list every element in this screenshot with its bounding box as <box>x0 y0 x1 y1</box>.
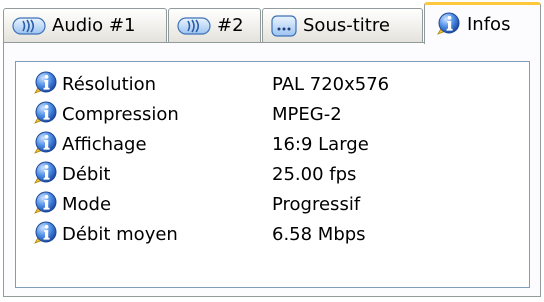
tab-label: #2 <box>217 15 244 36</box>
info-value: Progressif <box>272 193 361 215</box>
audio-wave-icon <box>177 16 211 36</box>
info-icon <box>32 161 58 187</box>
info-icon <box>32 71 58 97</box>
tab-label: Audio #1 <box>52 15 136 36</box>
subtitle-icon <box>271 15 297 37</box>
info-icon <box>32 101 58 127</box>
info-row: Compression MPEG-2 <box>16 99 529 129</box>
info-row: Mode Progressif <box>16 189 529 219</box>
info-icon <box>32 221 58 247</box>
info-name: Débit <box>62 163 111 185</box>
info-name: Compression <box>62 103 179 125</box>
tab-subtitle[interactable]: Sous-titre <box>262 8 423 42</box>
tab-bar: Audio #1 #2 Sous-titre Infos <box>0 0 544 44</box>
tab-label: Sous-titre <box>303 15 390 36</box>
tab-label: Infos <box>467 14 511 35</box>
audio-wave-icon <box>12 16 46 36</box>
info-name: Débit moyen <box>62 223 178 245</box>
info-name: Mode <box>62 193 112 215</box>
info-value: 16:9 Large <box>272 133 369 155</box>
infos-panel: Résolution PAL 720x576 Compression MPEG-… <box>3 42 541 297</box>
info-row: Débit 25.00 fps <box>16 159 529 189</box>
info-row: Résolution PAL 720x576 <box>16 69 529 99</box>
info-value: 6.58 Mbps <box>272 223 366 245</box>
info-name: Affichage <box>62 133 147 155</box>
info-icon <box>435 12 461 38</box>
tab-infos[interactable]: Infos <box>424 2 541 44</box>
info-icon <box>32 191 58 217</box>
info-name: Résolution <box>62 73 157 95</box>
info-row: Affichage 16:9 Large <box>16 129 529 159</box>
tab-audio-1[interactable]: Audio #1 <box>3 8 167 42</box>
info-value: MPEG-2 <box>272 103 342 125</box>
info-row: Débit moyen 6.58 Mbps <box>16 219 529 249</box>
info-list: Résolution PAL 720x576 Compression MPEG-… <box>15 61 530 288</box>
tab-audio-2[interactable]: #2 <box>168 8 261 42</box>
info-value: PAL 720x576 <box>272 73 390 95</box>
info-value: 25.00 fps <box>272 163 357 185</box>
info-icon <box>32 131 58 157</box>
